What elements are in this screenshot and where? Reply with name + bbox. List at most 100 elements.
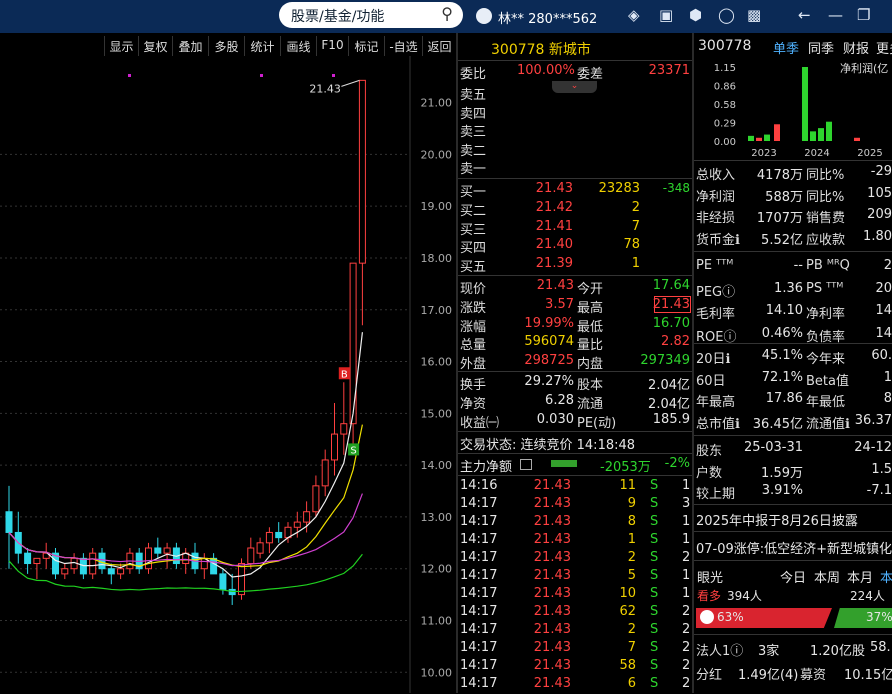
candle-body [24, 552, 32, 565]
fin-tab-3[interactable]: 更多 [876, 38, 892, 57]
tick-time: 14:17 [460, 496, 498, 511]
fin-value: 17.86 [765, 391, 803, 406]
list-icon[interactable] [520, 459, 532, 470]
fin-value: 25-03-31 [743, 440, 803, 455]
fin-label: 较上期 [696, 487, 736, 502]
divider [694, 435, 892, 436]
fin-tab-1[interactable]: 同季 [808, 38, 834, 57]
divider [458, 275, 692, 276]
buy-level-volume: 2 [631, 199, 640, 215]
mini-bar [818, 128, 824, 141]
fin-label: 非经损 [696, 211, 736, 226]
fin-label: 年最高 [696, 395, 736, 410]
minimize-icon[interactable]: — [828, 6, 843, 24]
fin-value: 588万 [765, 189, 803, 205]
fin-tab-2[interactable]: 财报 [843, 38, 869, 57]
fin-value: 60. [871, 348, 892, 363]
tick-volume: 10 [619, 586, 636, 601]
candle-body [265, 531, 273, 544]
mini-x-tick: 2023 [751, 148, 776, 159]
headset-icon[interactable]: ◯ [718, 6, 735, 24]
eye-tab-1[interactable]: 本周 [814, 567, 840, 586]
restore-icon[interactable]: ❐ [857, 6, 870, 24]
mini-bar [774, 124, 780, 141]
stat-label: 涨幅 [460, 319, 487, 335]
search-icon[interactable]: ⚲ [441, 4, 453, 23]
stat2-label: 收益㈠ [460, 416, 500, 431]
fin-label: PS ᵀᵀᴹ [806, 280, 844, 296]
fin-tab-0[interactable]: 单季 [773, 38, 799, 57]
stat-value: 2.82 [661, 334, 690, 350]
stat-value: 596074 [524, 334, 574, 350]
stat-value: 17.64 [652, 278, 690, 293]
fin-value: 4178万 [756, 168, 803, 183]
fin-value: -29 [870, 164, 892, 179]
tick-side: S [650, 640, 659, 655]
thumb-up-icon[interactable] [700, 610, 714, 624]
fin-label: 同比% [806, 168, 845, 183]
eye-tab-0[interactable]: 今日 [780, 567, 806, 586]
tick-price: 21.43 [533, 550, 571, 565]
news-link[interactable]: 07-09涨停:低空经济+新型城镇化 [696, 538, 892, 557]
raise-value: 10.15亿 [844, 668, 892, 683]
collapse-chevron-icon[interactable]: ⌄ [552, 81, 597, 93]
buy-level-volume: 7 [631, 218, 640, 234]
stat-label: 涨跌 [460, 300, 487, 316]
net-profit-mini-chart[interactable]: 1.15 0.86 0.58 0.29 0.00 净利润(亿 2023 2024 2025 [694, 58, 892, 160]
stat2-label: 换手 [460, 378, 487, 393]
marker-dot [128, 74, 131, 77]
candle-body [312, 485, 320, 513]
message-icon[interactable]: ▩ [747, 6, 761, 24]
eye-tab-3[interactable]: 本 [880, 567, 892, 586]
stat-label: 总量 [460, 338, 487, 354]
avatar-icon[interactable] [476, 8, 492, 24]
tick-count: 2 [682, 658, 691, 673]
mini-y-tick: 0.00 [714, 137, 736, 148]
signal-label: B [341, 369, 348, 380]
weibi-label: 委比 [460, 67, 487, 82]
buy-level-label: 买一 [460, 185, 487, 200]
mini-bar [802, 67, 808, 141]
fin-code: 300778 [698, 38, 752, 54]
fin-label: 60日 [696, 373, 726, 389]
layers-icon[interactable]: ◈ [628, 6, 640, 24]
price-tick-label: 12.00 [421, 563, 453, 576]
tick-count: 2 [682, 640, 691, 655]
fin-value: 14 [875, 303, 892, 318]
f10-icon[interactable]: ▣ [659, 6, 673, 24]
tick-side: S [650, 676, 659, 691]
eye-tab-2[interactable]: 本月 [847, 567, 873, 586]
fin-value: 24-12 [854, 440, 892, 455]
stock-code-name: 300778 新城市 [491, 42, 591, 58]
candle-body [303, 511, 311, 523]
fin-value: 3.91% [761, 483, 803, 498]
inst-count: 3家 [758, 644, 780, 659]
bear-pct: 37% [866, 610, 892, 624]
back-arrow-icon[interactable]: ← [798, 6, 811, 24]
fin-value: 5.52亿 [761, 232, 803, 248]
main-flow-pct: -2% [664, 456, 690, 471]
gear-icon[interactable]: ⬢ [689, 6, 702, 24]
ma5-line [8, 332, 363, 578]
tick-price: 21.43 [533, 658, 571, 673]
fin-value: 8 [883, 391, 892, 406]
candle-body [331, 433, 338, 461]
divider [458, 431, 692, 432]
sell-level-label: 卖一 [460, 162, 487, 177]
tick-volume: 8 [627, 514, 636, 529]
candlestick-chart[interactable]: 21.00 20.00 19.00 18.00 17.00 16.00 15.00 14.00… [0, 36, 456, 693]
tick-price: 21.43 [533, 640, 571, 655]
price-tick-label: 20.00 [421, 148, 453, 161]
tick-side: S [650, 478, 659, 493]
buy-level-volume: 78 [623, 237, 640, 253]
search-input[interactable]: 股票/基金/功能 ⚲ [279, 2, 463, 28]
fin-value: 105 [867, 185, 892, 201]
tick-volume: 7 [627, 640, 636, 655]
inst-label: 法人1ⓘ [696, 644, 744, 659]
stat2-label: 净资 [460, 397, 487, 412]
buy-level-change [650, 200, 690, 218]
stat-value: 297349 [640, 353, 690, 369]
user-name[interactable]: 林** 280***562 [498, 8, 597, 27]
price-tick-label: 13.00 [421, 511, 453, 524]
buy-level-label: 买五 [460, 260, 487, 276]
